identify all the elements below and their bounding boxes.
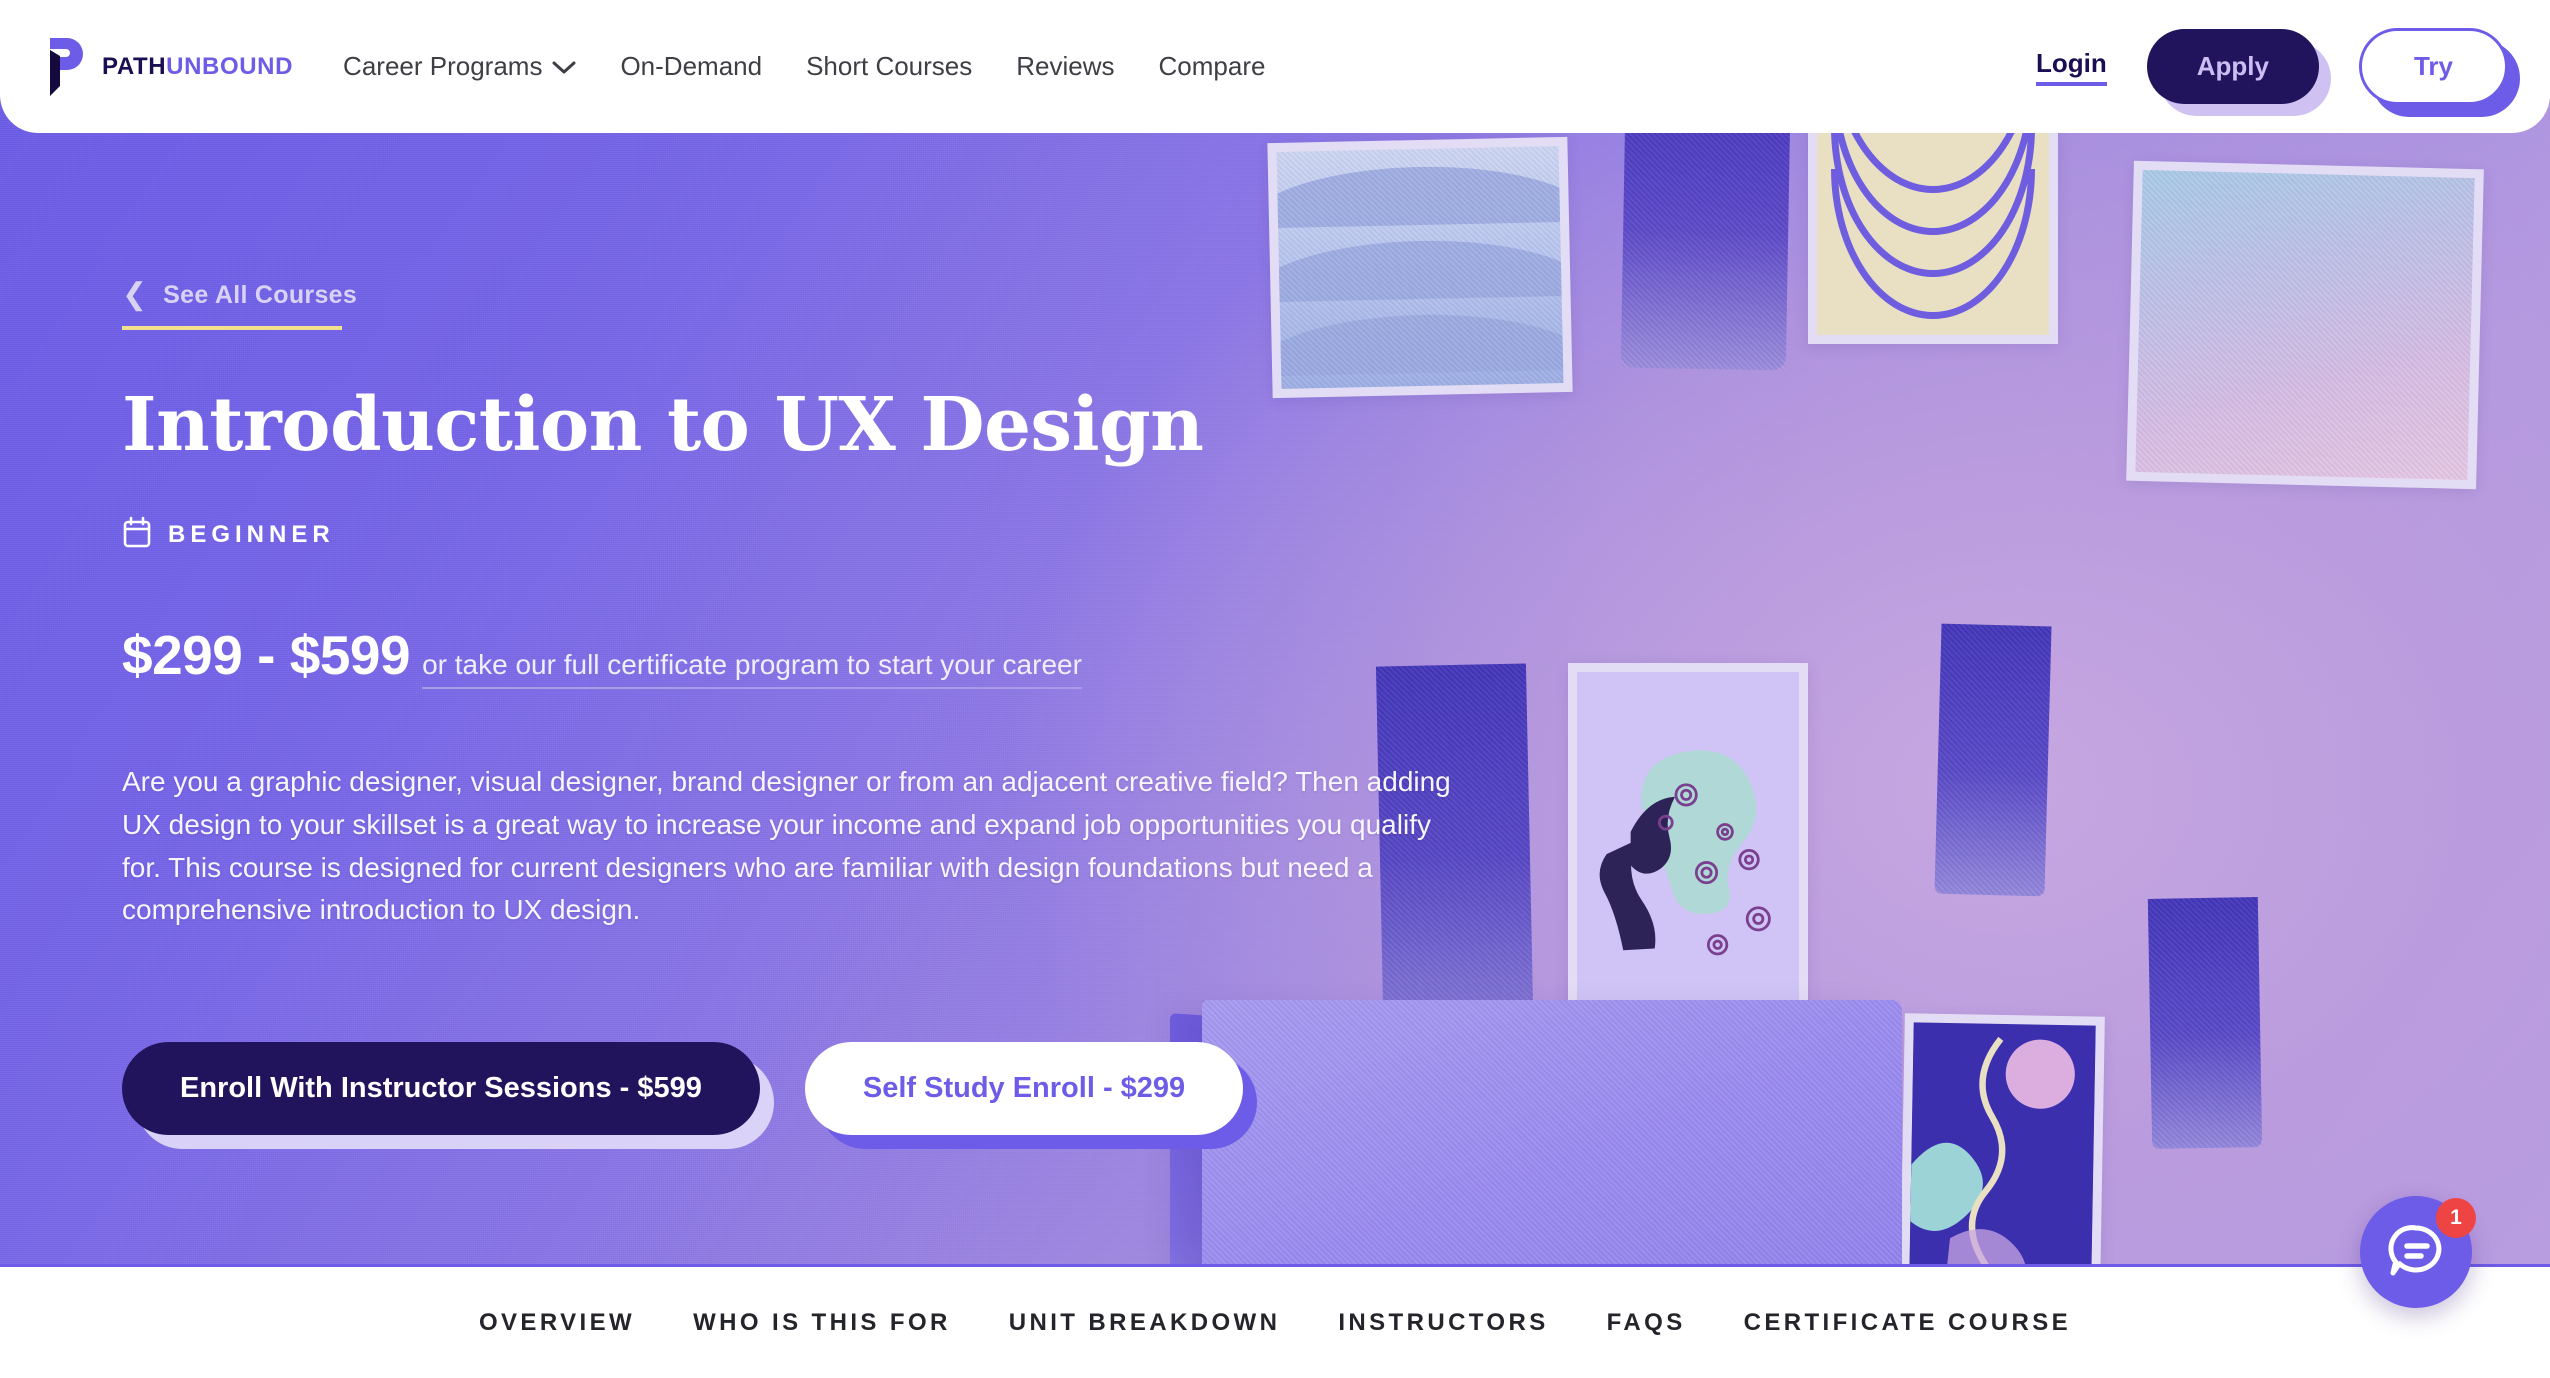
nav-item-reviews-label: Reviews (1016, 51, 1115, 81)
chevron-left-icon: ❮ (122, 278, 148, 311)
art-poster-mind-head (1568, 663, 1808, 1023)
nav-item-on-demand[interactable]: On-Demand (620, 51, 762, 82)
see-all-courses-underline (122, 326, 342, 330)
nav-item-career-programs-label: Career Programs (343, 51, 543, 81)
primary-nav: Career Programs On-Demand Short Courses … (343, 51, 1265, 82)
price-row: $299 - $599 or take our full certificate… (122, 623, 1522, 690)
hero-content: ❮ See All Courses Introduction to UX Des… (122, 280, 1522, 1135)
nav-actions: Login Apply Try (2035, 28, 2508, 105)
calendar-icon (122, 516, 152, 553)
apply-button[interactable]: Apply (2146, 29, 2319, 104)
mind-head-illustration (1599, 750, 1771, 956)
see-all-courses-label: See All Courses (163, 280, 358, 309)
nav-item-short-courses[interactable]: Short Courses (806, 51, 972, 82)
nav-item-on-demand-label: On-Demand (620, 51, 763, 81)
course-level-badge: BEGINNER (122, 516, 1522, 553)
brand-word-unbound: UNBOUND (166, 52, 294, 80)
course-price: $299 - $599 (122, 624, 411, 687)
enroll-instructor-button[interactable]: Enroll With Instructor Sessions - $599 (122, 1041, 760, 1135)
brand-logo[interactable]: PATHUNBOUND (36, 36, 293, 98)
login-link[interactable]: Login (2035, 48, 2107, 86)
tab-certificate-course[interactable]: CERTIFICATE COURSE (1744, 1309, 2071, 1337)
chat-unread-badge: 1 (2436, 1198, 2476, 1238)
see-all-courses-link[interactable]: ❮ See All Courses (122, 280, 357, 330)
chat-bubble-icon (2385, 1219, 2447, 1286)
course-level-label: BEGINNER (168, 520, 335, 548)
top-navbar: PATHUNBOUND Career Programs On-Demand Sh… (0, 0, 2550, 133)
nav-item-career-programs[interactable]: Career Programs (343, 51, 576, 82)
blob-illustration (1908, 1028, 2096, 1264)
brand-word-path: PATH (102, 52, 167, 80)
tab-faqs[interactable]: FAQS (1607, 1309, 1686, 1337)
self-study-enroll-button[interactable]: Self Study Enroll - $299 (804, 1041, 1244, 1135)
tab-overview[interactable]: OVERVIEW (479, 1309, 635, 1337)
tab-who-is-this-for[interactable]: WHO IS THIS FOR (693, 1309, 951, 1337)
art-strip-dark-3 (1934, 623, 2052, 897)
tab-instructors[interactable]: INSTRUCTORS (1338, 1309, 1548, 1337)
path-unbound-p-logo-icon (36, 36, 88, 98)
art-strip-dark-1 (1620, 112, 1791, 371)
page-root: PATHUNBOUND Career Programs On-Demand Sh… (0, 0, 2550, 1378)
nav-item-reviews[interactable]: Reviews (1016, 51, 1114, 82)
art-poster-blob (1899, 1013, 2105, 1264)
section-tabs-bar: OVERVIEW WHO IS THIS FOR UNIT BREAKDOWN … (0, 1264, 2550, 1378)
chat-widget-button[interactable]: 1 (2360, 1196, 2476, 1308)
art-poster-arcs (1808, 112, 2058, 344)
art-poster-pastel-gradient (2126, 160, 2484, 490)
cta-row: Enroll With Instructor Sessions - $599 S… (122, 1041, 1522, 1135)
nav-item-compare-label: Compare (1158, 51, 1266, 81)
course-description: Are you a graphic designer, visual desig… (122, 766, 1451, 926)
page-title: Introduction to UX Design (122, 382, 1204, 468)
certificate-program-link[interactable]: or take our full certificate program to … (422, 649, 1082, 690)
brand-wordmark: PATHUNBOUND (102, 53, 293, 81)
try-button[interactable]: Try (2358, 28, 2508, 105)
nav-item-short-courses-label: Short Courses (806, 51, 973, 81)
art-strip-dark-4 (2147, 897, 2263, 1149)
nav-item-compare[interactable]: Compare (1159, 51, 1266, 82)
chevron-down-icon (552, 51, 576, 82)
tab-unit-breakdown[interactable]: UNIT BREAKDOWN (1009, 1309, 1281, 1337)
